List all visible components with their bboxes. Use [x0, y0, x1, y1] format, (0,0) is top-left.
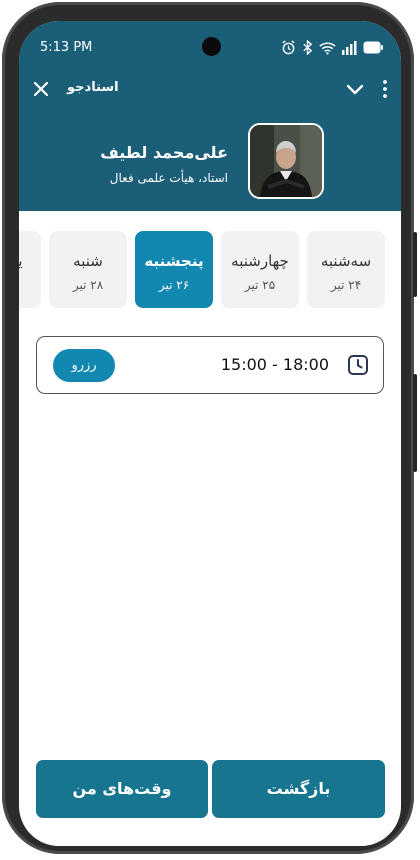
- my-times-button[interactable]: وقت‌های من: [36, 760, 208, 818]
- avatar-photo: [250, 125, 322, 197]
- day-date: ۲۵ تیر: [244, 278, 276, 292]
- day-tab-saturday[interactable]: شنبه ۲۸ تیر: [49, 231, 127, 308]
- day-tab-wednesday[interactable]: چهارشنبه ۲۵ تیر: [221, 231, 299, 308]
- professor-avatar: [248, 123, 324, 199]
- professor-name: علی‌محمد لطیف: [100, 143, 228, 162]
- power-button: [413, 232, 417, 297]
- status-bar: 5:13 PM: [19, 37, 401, 59]
- day-tab-tuesday[interactable]: سه‌شنبه ۲۴ تیر: [307, 231, 385, 308]
- professor-subtitle: استاد، هیأت علمی فعال: [109, 171, 228, 185]
- status-time: 5:13 PM: [40, 40, 93, 55]
- day-name: پنجشنبه: [144, 252, 204, 270]
- alarm-icon: [282, 40, 295, 55]
- back-button[interactable]: بازگشت: [212, 760, 385, 818]
- wifi-icon: [319, 41, 336, 55]
- app-bar: استادجو: [19, 76, 401, 104]
- day-name: یک: [19, 252, 23, 270]
- front-camera: [202, 37, 221, 56]
- clock-icon: [348, 355, 368, 375]
- day-name: سه‌شنبه: [320, 252, 372, 270]
- reserve-button[interactable]: رزرو: [53, 349, 115, 382]
- app-title: استادجو: [67, 80, 119, 95]
- phone-frame: 5:13 PM: [2, 2, 417, 854]
- day-selector: سه‌شنبه ۲۴ تیر چهارشنبه ۲۵ تیر پنجشنبه ۲…: [19, 231, 401, 309]
- day-tab-thursday[interactable]: پنجشنبه ۲۶ تیر: [135, 231, 213, 308]
- header: 5:13 PM: [19, 21, 401, 211]
- status-icons: [281, 40, 383, 55]
- battery-icon: [363, 41, 383, 54]
- more-vert-icon[interactable]: [379, 79, 391, 99]
- day-date: ۲۴ تیر: [330, 278, 362, 292]
- close-icon[interactable]: [31, 79, 51, 99]
- day-name: چهارشنبه: [231, 252, 289, 270]
- chevron-down-icon[interactable]: [345, 79, 365, 99]
- time-slot-card: 15:00 - 18:00 رزرو: [36, 336, 384, 394]
- bluetooth-icon: [303, 40, 313, 55]
- volume-button: [413, 374, 417, 472]
- day-date: ۲۸ تیر: [72, 278, 104, 292]
- slot-time: 15:00 - 18:00: [220, 355, 329, 374]
- day-date: ۲۶ تیر: [158, 278, 190, 292]
- day-name: شنبه: [73, 252, 103, 270]
- day-tab-sunday[interactable]: یک: [19, 231, 41, 308]
- signal-icon: [342, 40, 357, 55]
- screen: 5:13 PM: [19, 21, 401, 846]
